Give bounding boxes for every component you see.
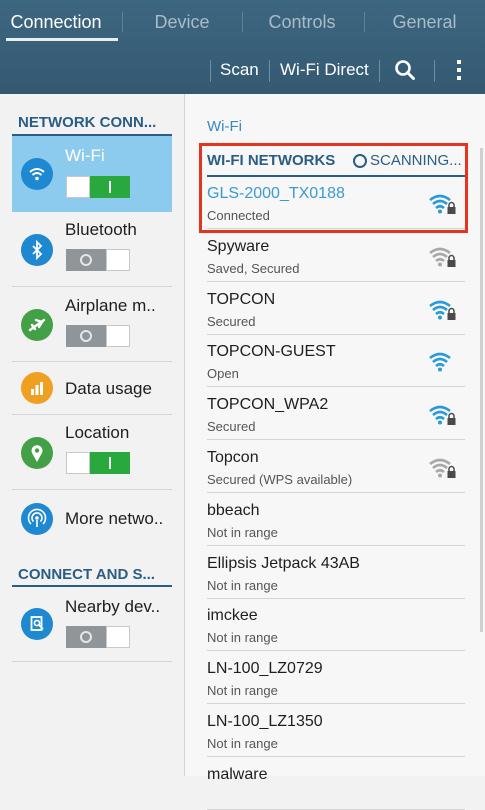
left-item-nearby-devices[interactable]: Nearby dev.. [12,587,172,661]
network-row[interactable]: LN-100_LZ0729 Not in range [207,652,465,704]
left-item-label: Location [65,423,130,442]
toolbar-divider [210,60,211,82]
row-divider [207,650,465,651]
active-tab-indicator [6,38,118,41]
toolbar-divider [379,60,380,82]
scrollbar[interactable] [480,148,483,632]
row-divider [207,386,465,387]
section-header-network: NETWORK CONN... [18,114,157,131]
network-name: LN-100_LZ1350 [207,713,323,730]
left-item-label: Data usage [65,379,152,398]
network-status: Not in range [207,630,278,645]
row-divider [207,492,465,493]
search-button[interactable] [394,48,418,92]
network-row[interactable]: TOPCON_WPA2 Secured [207,388,465,440]
network-status: Saved, Secured [207,261,300,276]
network-name: malware [207,766,268,783]
nearby-devices-toggle[interactable] [66,626,130,648]
highlight-box [199,143,468,233]
left-item-location[interactable]: Location [12,415,172,489]
left-item-airplane[interactable]: Airplane m.. [12,287,172,361]
app-header: Connection Device Controls General Scan … [0,0,485,94]
network-row[interactable]: LN-100_LZ1350 Not in range [207,705,465,757]
network-row[interactable]: Ellipsis Jetpack 43AB Not in range [207,547,465,599]
airplane-icon [21,309,53,341]
row-divider [207,756,465,757]
toolbar-divider [434,60,435,82]
row-divider [207,281,465,282]
network-status: Secured [207,314,256,329]
network-row[interactable]: Spyware Saved, Secured [207,230,465,282]
network-name: TOPCON_WPA2 [207,396,329,413]
network-status: Secured (WPS available) [207,472,353,487]
left-item-bluetooth[interactable]: Bluetooth [12,212,172,286]
tab-controls[interactable]: Controls [242,0,362,44]
row-divider [207,545,465,546]
search-icon [395,60,415,80]
left-item-label: Wi-Fi [65,146,105,165]
left-item-more-networks[interactable]: More netwo.. [12,490,172,542]
row-divider [207,703,465,704]
more-options-button[interactable] [452,48,466,92]
network-row[interactable]: TOPCON Secured [207,283,465,335]
wifi-caption: Wi-Fi [207,118,242,135]
network-row[interactable]: bbeach Not in range [207,494,465,546]
wifi-signal-icon [429,352,451,372]
left-item-label: More netwo.. [65,509,164,528]
network-row[interactable]: imckee Not in range [207,599,465,651]
network-name: Ellipsis Jetpack 43AB [207,555,360,572]
toolbar-divider [269,60,270,82]
network-row[interactable]: malware [207,758,465,810]
network-name: TOPCON [207,291,276,308]
nearby-devices-icon [21,608,53,640]
network-name: Spyware [207,238,270,255]
network-row[interactable]: Topcon Secured (WPS available) [207,441,465,493]
network-row[interactable]: TOPCON-GUEST Open [207,335,465,387]
wifi-direct-button[interactable]: Wi-Fi Direct [280,48,369,92]
network-status: Not in range [207,525,278,540]
scan-button[interactable]: Scan [220,48,259,92]
left-item-data-usage[interactable]: Data usage [12,362,172,414]
wifi-signal-locked-icon [429,247,456,267]
toolbar: Scan Wi-Fi Direct [0,48,485,92]
network-name: TOPCON-GUEST [207,343,336,360]
network-status: Secured [207,419,256,434]
network-status: Not in range [207,578,278,593]
left-item-wifi[interactable]: Wi-Fi [12,136,172,212]
network-name: imckee [207,607,258,624]
data-usage-icon [21,372,53,404]
tab-device[interactable]: Device [122,0,242,44]
bluetooth-icon [21,234,53,266]
bluetooth-toggle[interactable] [66,249,130,271]
network-status: Not in range [207,736,278,751]
list-divider [12,661,172,662]
row-divider [207,439,465,440]
tab-bar: Connection Device Controls General [0,0,485,44]
network-name: bbeach [207,502,260,519]
section-header-connect: CONNECT AND S... [18,566,155,583]
network-name: LN-100_LZ0729 [207,660,323,677]
wifi-toggle[interactable] [66,176,130,198]
wifi-signal-locked-icon [429,300,456,320]
network-status: Open [207,366,239,381]
more-networks-icon [21,503,53,535]
left-item-label: Bluetooth [65,220,137,239]
wifi-signal-locked-icon [429,458,456,478]
more-vert-icon [457,60,461,80]
location-toggle[interactable] [66,452,130,474]
network-name: Topcon [207,449,259,466]
wifi-icon [21,158,53,190]
network-status: Not in range [207,683,278,698]
wifi-signal-locked-icon [429,405,456,425]
location-icon [21,437,53,469]
left-item-label: Airplane m.. [65,296,156,315]
tab-general[interactable]: General [364,0,485,44]
airplane-toggle[interactable] [66,325,130,347]
left-item-label: Nearby dev.. [65,597,161,616]
